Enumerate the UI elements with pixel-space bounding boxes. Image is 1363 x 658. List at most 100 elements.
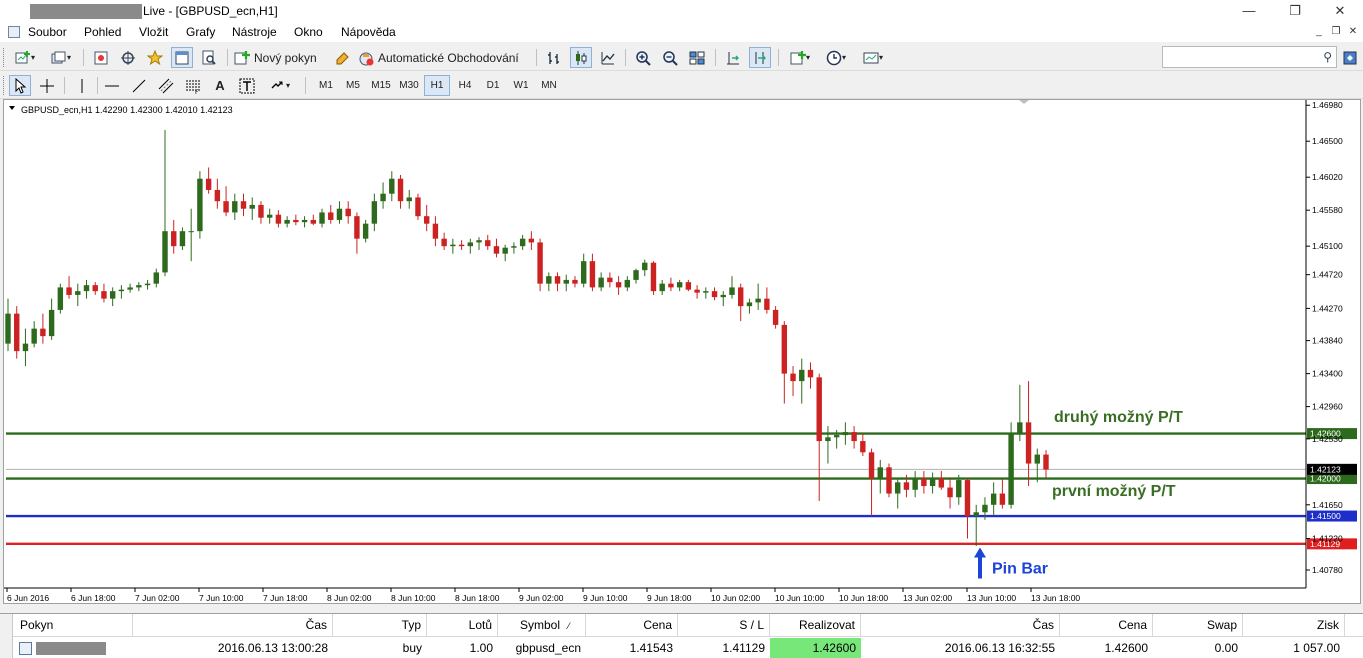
star-icon	[147, 49, 163, 65]
community-icon	[1343, 51, 1357, 64]
col-header-lotu[interactable]: Lotů	[427, 614, 498, 637]
market-watch-button[interactable]	[90, 47, 112, 68]
trendline-button[interactable]	[128, 75, 150, 96]
candle-body	[738, 287, 744, 307]
col-header-swap[interactable]: Swap	[1153, 614, 1243, 637]
zoom-in-button[interactable]	[632, 47, 654, 68]
tile-windows-button[interactable]	[686, 47, 708, 68]
candle-body	[711, 291, 718, 298]
new-chart-button[interactable]: ▾	[10, 47, 40, 68]
order-profit[interactable]: 1 057.00	[1243, 638, 1345, 658]
col-header-cena[interactable]: Cena	[586, 614, 678, 637]
auto-trading-button[interactable]: Automatické Obchodování	[358, 47, 528, 68]
fibonacci-button[interactable]: F	[182, 75, 204, 96]
menu-napoveda[interactable]: Nápověda	[341, 25, 396, 39]
timeframe-m30[interactable]: M30	[396, 75, 422, 96]
col-header-pokyn[interactable]: Pokyn	[15, 614, 133, 637]
timeframe-h4[interactable]: H4	[452, 75, 478, 96]
community-button[interactable]	[1339, 47, 1361, 68]
menu-okno[interactable]: Okno	[294, 25, 323, 39]
mdi-minimize-button[interactable]: _	[1312, 25, 1326, 39]
timeframe-d1[interactable]: D1	[480, 75, 506, 96]
candle-body	[956, 480, 962, 498]
order-lots[interactable]: 1.00	[427, 638, 498, 658]
order-time[interactable]: 2016.06.13 13:00:28	[133, 638, 333, 658]
horizontal-line-button[interactable]	[101, 75, 123, 96]
col-header-zisk[interactable]: Zisk	[1243, 614, 1345, 637]
menu-grafy[interactable]: Grafy	[186, 25, 215, 39]
timeframe-m1[interactable]: M1	[313, 75, 339, 96]
cursor-button[interactable]	[9, 75, 31, 96]
maximize-button[interactable]: ❐	[1272, 0, 1318, 22]
new-order-button[interactable]: Nový pokyn	[234, 47, 326, 68]
candle-body	[485, 240, 491, 247]
indicators-button[interactable]: ▾	[785, 47, 815, 68]
candle-body	[825, 437, 831, 442]
order-price[interactable]: 1.41543	[586, 638, 678, 658]
order-symbol[interactable]: gbpusd_ecn	[498, 638, 586, 658]
order-tp[interactable]: 1.42600	[770, 638, 861, 658]
equidistant-channel-icon	[158, 78, 174, 93]
timeframe-h1[interactable]: H1	[424, 75, 450, 96]
text-button[interactable]: A	[209, 75, 231, 96]
menu-pohled[interactable]: Pohled	[84, 25, 121, 39]
navigator-button[interactable]	[117, 47, 139, 68]
col-header-cas-current[interactable]: Čas	[861, 614, 1060, 637]
candle-body	[694, 289, 700, 293]
timeframe-mn[interactable]: MN	[536, 75, 562, 96]
timeframe-m5[interactable]: M5	[340, 75, 366, 96]
minimize-button[interactable]: —	[1226, 0, 1272, 22]
candle-body	[764, 298, 770, 310]
price-chart[interactable]: 1.426001.420001.415001.411291.42123 1.46…	[4, 100, 1360, 603]
col-header-symbol[interactable]: Symbol ⁄	[498, 614, 586, 637]
col-header-cena-current[interactable]: Cena	[1060, 614, 1153, 637]
menu-nastroje[interactable]: Nástroje	[232, 25, 277, 39]
toolbar-grip[interactable]	[3, 48, 6, 67]
toolbar-grip[interactable]	[3, 76, 6, 95]
order-current-time[interactable]: 2016.06.13 16:32:55	[861, 638, 1060, 658]
metaeditor-button[interactable]	[332, 47, 354, 68]
order-current-price[interactable]: 1.42600	[1060, 638, 1153, 658]
vertical-line-button[interactable]	[71, 75, 93, 96]
arrows-button[interactable]: ▾	[263, 75, 297, 96]
col-header-cas[interactable]: Čas	[133, 614, 333, 637]
crosshair-button[interactable]	[36, 75, 58, 96]
col-header-sl[interactable]: S / L	[678, 614, 770, 637]
candle-body	[947, 487, 953, 498]
timeframe-w1[interactable]: W1	[508, 75, 534, 96]
search-input[interactable]: ⚲	[1162, 46, 1337, 68]
line-chart-button[interactable]	[597, 47, 619, 68]
menu-vlozit[interactable]: Vložit	[139, 25, 168, 39]
col-header-tp[interactable]: Realizovat zisk	[770, 614, 861, 655]
strategy-tester-button[interactable]	[198, 47, 220, 68]
text-label-button[interactable]	[236, 75, 258, 96]
auto-scroll-button[interactable]	[749, 47, 771, 68]
menu-soubor[interactable]: Soubor	[28, 25, 67, 39]
mdi-close-button[interactable]: ✕	[1346, 25, 1360, 39]
order-swap[interactable]: 0.00	[1153, 638, 1243, 658]
favorites-button[interactable]	[144, 47, 166, 68]
chart-shift-button[interactable]	[722, 47, 744, 68]
candle-body	[83, 285, 90, 292]
mdi-restore-button[interactable]: ❐	[1329, 25, 1343, 39]
bar-chart-button[interactable]	[543, 47, 565, 68]
candle-body	[266, 214, 273, 218]
candle-body	[14, 313, 20, 352]
chart-window[interactable]: 1.42600 1.42000 1.41500 1.41129 1.42123 1.46…	[3, 99, 1361, 604]
candlestick-chart-button[interactable]	[570, 47, 592, 68]
terminal-toggle-button[interactable]	[171, 47, 193, 68]
zoom-out-button[interactable]	[659, 47, 681, 68]
time-tick-label: 9 Jun 18:00	[647, 593, 692, 603]
window-title: Live - [GBPUSD_ecn,H1]	[143, 4, 278, 18]
chart-menu-triangle-icon[interactable]	[9, 106, 15, 110]
timeframe-m15[interactable]: M15	[367, 75, 395, 96]
terminal-grip[interactable]	[0, 614, 13, 658]
order-type[interactable]: buy	[333, 638, 427, 658]
periods-button[interactable]: ▾	[821, 47, 851, 68]
close-button[interactable]: ✕	[1317, 0, 1363, 22]
order-sl[interactable]: 1.41129	[678, 638, 770, 658]
col-header-typ[interactable]: Typ	[333, 614, 427, 637]
channel-button[interactable]	[155, 75, 177, 96]
profiles-button[interactable]: ▾	[46, 47, 76, 68]
templates-button[interactable]: ▾	[857, 47, 889, 68]
